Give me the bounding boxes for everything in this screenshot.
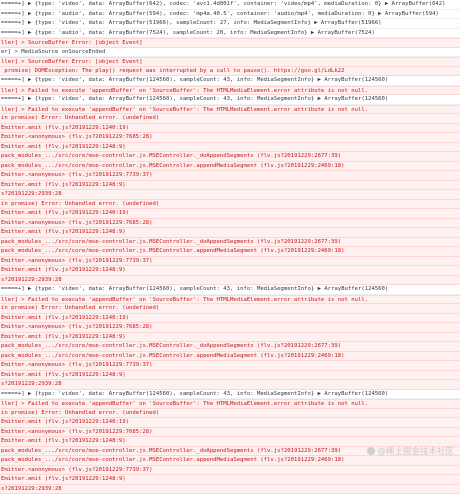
console-error-row[interactable]: pack_modules_.../src/core/mse-controller… bbox=[0, 152, 460, 162]
console-log-row[interactable]: =====+] ▶ {type: 'video', data: ArrayBuf… bbox=[0, 390, 460, 400]
console-log-row[interactable]: er] > MediaSource onSourceEnded bbox=[0, 48, 460, 58]
console-error-row[interactable]: Emitter.emit (flv.js?20191229:1248:9) bbox=[0, 266, 460, 276]
console-error-row[interactable]: pack_modules_.../src/core/mse-controller… bbox=[0, 352, 460, 362]
console-error-row[interactable]: Emitter.emit (flv.js?20191229:1248:9) bbox=[0, 143, 460, 153]
watermark: @稀土掘金技术社区 bbox=[367, 445, 454, 457]
console-error-row[interactable]: Emitter.<anonymous> (flv.js?20191229:773… bbox=[0, 361, 460, 371]
console-error-row[interactable]: Emitter.emit (flv.js?20191229:1248:9) bbox=[0, 475, 460, 485]
console-error-row[interactable]: ller] > Failed to execute 'appendBuffer'… bbox=[0, 86, 460, 96]
console-error-row[interactable]: pack_modules_.../src/core/mse-controller… bbox=[0, 342, 460, 352]
console-error-row[interactable]: s?20191229:2939:28 bbox=[0, 190, 460, 200]
console-error-row[interactable]: in promise) Error: Unhandled error. (und… bbox=[0, 200, 460, 210]
console-error-row[interactable]: Emitter.<anonymous> (flv.js?20191229:768… bbox=[0, 323, 460, 333]
console-error-row[interactable]: in promise) Error: Unhandled error. (und… bbox=[0, 304, 460, 314]
console-error-row[interactable]: ller] > SourceBuffer Error: [object Even… bbox=[0, 57, 460, 67]
console-error-row[interactable]: ller] > Failed to execute 'appendBuffer'… bbox=[0, 399, 460, 409]
console-error-row[interactable]: Emitter.emit (flv.js?20191229:1240:19) bbox=[0, 418, 460, 428]
watermark-text: @稀土掘金技术社区 bbox=[377, 445, 454, 457]
console-error-row[interactable]: Emitter.emit (flv.js?20191229:1240:19) bbox=[0, 124, 460, 134]
console-error-row[interactable]: Emitter.emit (flv.js?20191229:1248:9) bbox=[0, 333, 460, 343]
console-log-row[interactable]: =====+] ▶ {type: 'video', data: ArrayBuf… bbox=[0, 95, 460, 105]
console-error-row[interactable]: in promise) Error: Unhandled error. (und… bbox=[0, 409, 460, 419]
console-error-row[interactable]: Emitter.<anonymous> (flv.js?20191229:768… bbox=[0, 428, 460, 438]
console-error-row[interactable]: promise) DOMException: The play() reques… bbox=[0, 67, 460, 77]
console-error-row[interactable]: Emitter.emit (flv.js?20191229:1248:9) bbox=[0, 228, 460, 238]
console-error-row[interactable]: Emitter.emit (flv.js?20191229:1248:9) bbox=[0, 371, 460, 381]
console-error-row[interactable]: Emitter.emit (flv.js?20191229:1240:19) bbox=[0, 314, 460, 324]
console-error-row[interactable]: Emitter.<anonymous> (flv.js?20191229:768… bbox=[0, 219, 460, 229]
console-error-row[interactable]: ller] > SourceBuffer Error: [object Even… bbox=[0, 38, 460, 48]
juejin-logo-icon bbox=[367, 447, 375, 455]
console-error-row[interactable]: Emitter.<anonymous> (flv.js?20191229:773… bbox=[0, 257, 460, 267]
console-log-row[interactable]: =====+] ▶ {type: 'video', data: ArrayBuf… bbox=[0, 76, 460, 86]
console-error-row[interactable]: Emitter.emit (flv.js?20191229:1248:9) bbox=[0, 181, 460, 191]
console-error-row[interactable]: pack_modules_.../src/core/mse-controller… bbox=[0, 456, 460, 466]
console-log-row[interactable]: =====+] ▶ {type: 'video', data: ArrayBuf… bbox=[0, 0, 460, 10]
console-error-row[interactable]: pack_modules_.../src/core/mse-controller… bbox=[0, 247, 460, 257]
console-error-row[interactable]: s?20191229:2939:28 bbox=[0, 485, 460, 494]
console-error-row[interactable]: ller] > Failed to execute 'appendBuffer'… bbox=[0, 295, 460, 305]
console-error-row[interactable]: s?20191229:2939:28 bbox=[0, 276, 460, 286]
console-log-row[interactable]: =====+] ▶ {type: 'audio', data: ArrayBuf… bbox=[0, 10, 460, 20]
console-error-row[interactable]: pack_modules_.../src/core/mse-controller… bbox=[0, 238, 460, 248]
console-error-row[interactable]: Emitter.<anonymous> (flv.js?20191229:773… bbox=[0, 466, 460, 476]
console-error-row[interactable]: Emitter.emit (flv.js?20191229:1240:19) bbox=[0, 209, 460, 219]
console-log-row[interactable]: =====+] ▶ {type: 'video', data: ArrayBuf… bbox=[0, 19, 460, 29]
console-log-row[interactable]: =====+] ▶ {type: 'audio', data: ArrayBuf… bbox=[0, 29, 460, 39]
console-error-row[interactable]: Emitter.<anonymous> (flv.js?20191229:768… bbox=[0, 133, 460, 143]
console-error-row[interactable]: pack_modules_.../src/core/mse-controller… bbox=[0, 162, 460, 172]
devtools-console-log: =====+] ▶ {type: 'video', data: ArrayBuf… bbox=[0, 0, 460, 494]
console-error-row[interactable]: in promise) Error: Unhandled error. (und… bbox=[0, 114, 460, 124]
console-error-row[interactable]: Emitter.<anonymous> (flv.js?20191229:773… bbox=[0, 171, 460, 181]
console-error-row[interactable]: s?20191229:2939:28 bbox=[0, 380, 460, 390]
console-log-row[interactable]: =====+] ▶ {type: 'video', data: ArrayBuf… bbox=[0, 285, 460, 295]
console-error-row[interactable]: ller] > Failed to execute 'appendBuffer'… bbox=[0, 105, 460, 115]
